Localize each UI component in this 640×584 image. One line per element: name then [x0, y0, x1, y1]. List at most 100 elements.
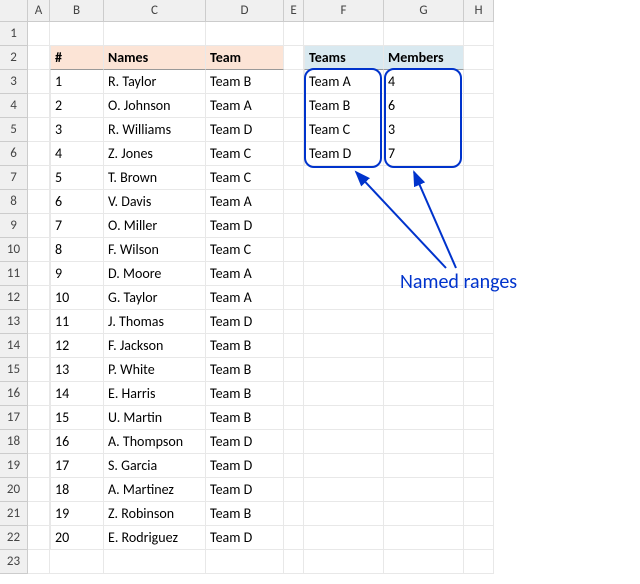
cell-G10[interactable]	[384, 238, 464, 262]
cell-A14[interactable]	[28, 334, 50, 358]
col-header-A[interactable]: A	[28, 0, 50, 22]
cell-B14[interactable]: 12	[50, 334, 104, 358]
row-header-8[interactable]: 8	[0, 190, 28, 214]
cell-C12[interactable]: G. Taylor	[104, 286, 206, 310]
cell-A17[interactable]	[28, 406, 50, 430]
cell-F15[interactable]	[304, 358, 384, 382]
col-header-E[interactable]: E	[284, 0, 304, 22]
cell-F23[interactable]	[304, 550, 384, 574]
cell-H9[interactable]	[464, 214, 494, 238]
cell-G18[interactable]	[384, 430, 464, 454]
cell-B3[interactable]: 1	[50, 70, 104, 94]
cell-A16[interactable]	[28, 382, 50, 406]
cell-E14[interactable]	[284, 334, 304, 358]
row-header-2[interactable]: 2	[0, 46, 28, 70]
row-header-22[interactable]: 22	[0, 526, 28, 550]
cell-D11[interactable]: Team A	[206, 262, 284, 286]
row-header-4[interactable]: 4	[0, 94, 28, 118]
cell-C7[interactable]: T. Brown	[104, 166, 206, 190]
cell-F6[interactable]: Team D	[304, 142, 384, 166]
cell-C1[interactable]	[104, 22, 206, 46]
cell-C22[interactable]: E. Rodriguez	[104, 526, 206, 550]
cell-E20[interactable]	[284, 478, 304, 502]
cell-E15[interactable]	[284, 358, 304, 382]
cell-A4[interactable]	[28, 94, 50, 118]
row-header-18[interactable]: 18	[0, 430, 28, 454]
cell-B18[interactable]: 16	[50, 430, 104, 454]
cell-G15[interactable]	[384, 358, 464, 382]
cell-C9[interactable]: O. Miller	[104, 214, 206, 238]
cell-D14[interactable]: Team B	[206, 334, 284, 358]
cell-F22[interactable]	[304, 526, 384, 550]
cell-F9[interactable]	[304, 214, 384, 238]
cell-G4[interactable]: 6	[384, 94, 464, 118]
cell-D17[interactable]: Team B	[206, 406, 284, 430]
cell-F12[interactable]	[304, 286, 384, 310]
cell-B9[interactable]: 7	[50, 214, 104, 238]
cell-F11[interactable]	[304, 262, 384, 286]
cell-E18[interactable]	[284, 430, 304, 454]
cell-D19[interactable]: Team D	[206, 454, 284, 478]
cell-G5[interactable]: 3	[384, 118, 464, 142]
cell-H2[interactable]	[464, 46, 494, 70]
cell-F2[interactable]: Teams	[304, 46, 384, 70]
cell-G1[interactable]	[384, 22, 464, 46]
cell-G14[interactable]	[384, 334, 464, 358]
row-header-15[interactable]: 15	[0, 358, 28, 382]
cell-D8[interactable]: Team A	[206, 190, 284, 214]
cell-B4[interactable]: 2	[50, 94, 104, 118]
cell-F8[interactable]	[304, 190, 384, 214]
cell-E4[interactable]	[284, 94, 304, 118]
cell-H18[interactable]	[464, 430, 494, 454]
cell-H21[interactable]	[464, 502, 494, 526]
cell-F17[interactable]	[304, 406, 384, 430]
cell-E16[interactable]	[284, 382, 304, 406]
col-header-B[interactable]: B	[50, 0, 104, 22]
cell-B21[interactable]: 19	[50, 502, 104, 526]
cell-A21[interactable]	[28, 502, 50, 526]
select-all-corner[interactable]	[0, 0, 28, 22]
cell-C13[interactable]: J. Thomas	[104, 310, 206, 334]
cell-C17[interactable]: U. Martin	[104, 406, 206, 430]
cell-E6[interactable]	[284, 142, 304, 166]
cell-A6[interactable]	[28, 142, 50, 166]
cell-A10[interactable]	[28, 238, 50, 262]
cell-H15[interactable]	[464, 358, 494, 382]
cell-D20[interactable]: Team D	[206, 478, 284, 502]
cell-B2[interactable]: #	[50, 46, 104, 70]
cell-E9[interactable]	[284, 214, 304, 238]
cell-E3[interactable]	[284, 70, 304, 94]
cell-B1[interactable]	[50, 22, 104, 46]
cell-E13[interactable]	[284, 310, 304, 334]
cell-F20[interactable]	[304, 478, 384, 502]
cell-H8[interactable]	[464, 190, 494, 214]
cell-G17[interactable]	[384, 406, 464, 430]
cell-H5[interactable]	[464, 118, 494, 142]
cell-D5[interactable]: Team D	[206, 118, 284, 142]
cell-H10[interactable]	[464, 238, 494, 262]
cell-C19[interactable]: S. Garcia	[104, 454, 206, 478]
cell-C21[interactable]: Z. Robinson	[104, 502, 206, 526]
cell-F7[interactable]	[304, 166, 384, 190]
cell-G19[interactable]	[384, 454, 464, 478]
cell-A20[interactable]	[28, 478, 50, 502]
row-header-13[interactable]: 13	[0, 310, 28, 334]
cell-H20[interactable]	[464, 478, 494, 502]
cell-H14[interactable]	[464, 334, 494, 358]
cell-A3[interactable]	[28, 70, 50, 94]
cell-H23[interactable]	[464, 550, 494, 574]
cell-G21[interactable]	[384, 502, 464, 526]
col-header-D[interactable]: D	[206, 0, 284, 22]
cell-G7[interactable]	[384, 166, 464, 190]
cell-A11[interactable]	[28, 262, 50, 286]
cell-A12[interactable]	[28, 286, 50, 310]
row-header-11[interactable]: 11	[0, 262, 28, 286]
cell-A19[interactable]	[28, 454, 50, 478]
cell-H16[interactable]	[464, 382, 494, 406]
cell-C14[interactable]: F. Jackson	[104, 334, 206, 358]
cell-C5[interactable]: R. Williams	[104, 118, 206, 142]
cell-H7[interactable]	[464, 166, 494, 190]
cell-H13[interactable]	[464, 310, 494, 334]
row-header-9[interactable]: 9	[0, 214, 28, 238]
cell-C2[interactable]: Names	[104, 46, 206, 70]
